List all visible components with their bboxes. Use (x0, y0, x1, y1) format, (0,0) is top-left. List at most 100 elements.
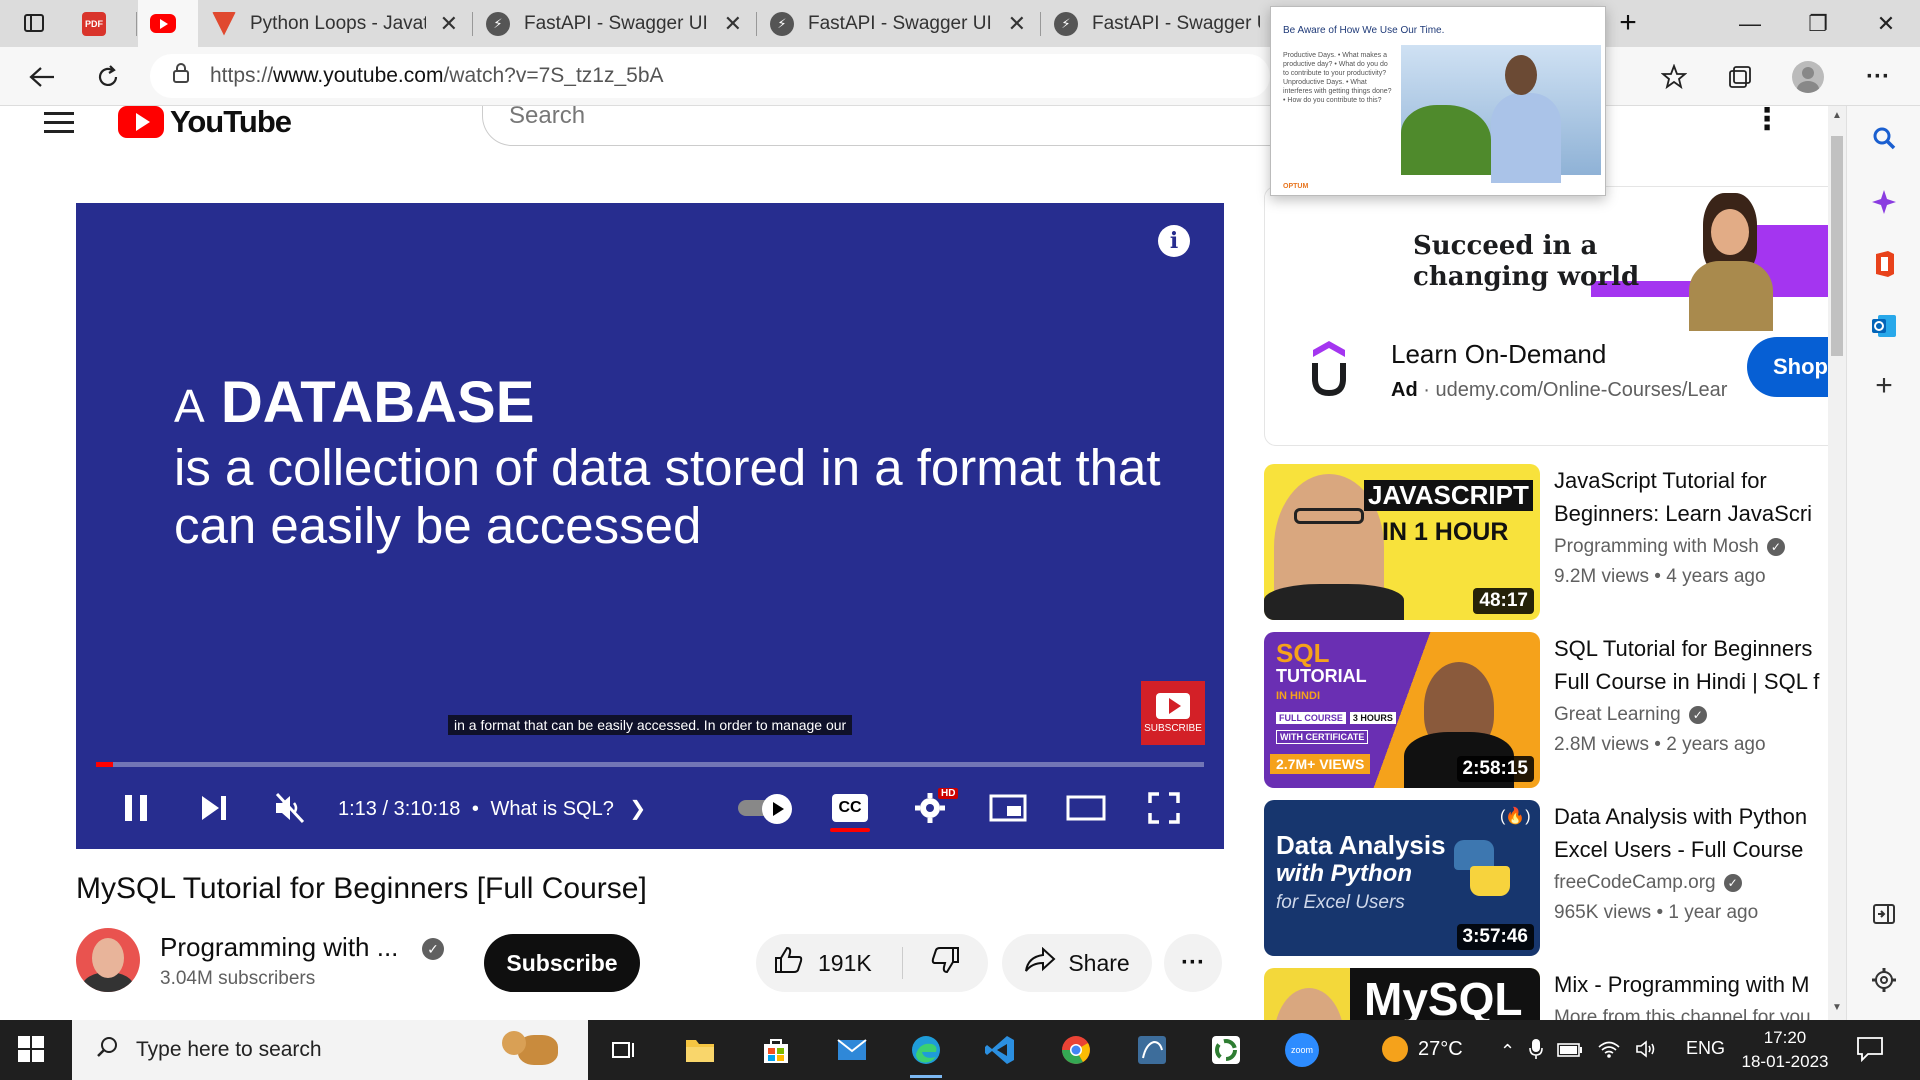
lock-icon[interactable] (172, 62, 190, 90)
channel-name[interactable]: Great Learning ✓ (1554, 704, 1707, 726)
sparkle-icon[interactable] (1866, 184, 1902, 220)
video-thumbnail[interactable]: Data Analysis with Python for Excel User… (1264, 800, 1540, 956)
ad-card[interactable]: Succeed in a changing world Learn On-Dem… (1264, 186, 1830, 446)
muted-volume-icon[interactable] (270, 788, 310, 828)
tab-fastapi-3[interactable]: ⚡ FastAPI - Swagger UI (1042, 0, 1272, 47)
zoom-icon[interactable]: zoom (1282, 1030, 1322, 1070)
video-thumbnail[interactable]: SQL TUTORIAL IN HINDI FULL COURSE 3 HOUR… (1264, 632, 1540, 788)
video-title[interactable]: Mix - Programming with M More from this c… (1554, 968, 1830, 1020)
video-player[interactable]: A DATABASE is a collection of data store… (76, 203, 1224, 849)
restore-icon[interactable]: ❐ (1784, 0, 1852, 47)
close-window-icon[interactable]: ✕ (1852, 0, 1920, 47)
address-bar[interactable]: https://www.youtube.com/watch?v=7S_tz1z_… (150, 54, 1270, 98)
hamburger-menu-icon[interactable] (44, 112, 74, 139)
speaker-icon[interactable] (1635, 1039, 1657, 1064)
fullscreen-icon[interactable] (1144, 788, 1184, 828)
new-tab-button[interactable]: + (1608, 6, 1648, 40)
vscode-icon[interactable] (980, 1030, 1020, 1070)
channel-avatar[interactable] (76, 928, 140, 992)
video-thumbnail[interactable]: JAVASCRIPT IN 1 HOUR 48:17 (1264, 464, 1540, 620)
edge-browser-icon[interactable] (906, 1030, 946, 1078)
tab-fastapi-2[interactable]: ⚡ FastAPI - Swagger UI ✕ (758, 0, 1038, 47)
captions-cc-icon[interactable]: CC (830, 788, 870, 828)
browser-tab-strip: PDF Python Loops - Javatpo ✕ ⚡ FastAPI -… (0, 0, 1920, 47)
recommendation-item[interactable]: Data Analysis with Python for Excel User… (1264, 800, 1830, 956)
outlook-icon[interactable] (1866, 308, 1902, 344)
mail-icon[interactable] (832, 1030, 872, 1070)
video-thumbnail[interactable]: MySQL (1264, 968, 1540, 1020)
add-icon[interactable]: + (1866, 368, 1902, 404)
profile-avatar-icon[interactable] (1790, 59, 1826, 95)
back-arrow-icon[interactable] (24, 59, 60, 95)
recommendation-item[interactable]: SQL TUTORIAL IN HINDI FULL COURSE 3 HOUR… (1264, 632, 1830, 788)
collections-icon[interactable] (1722, 59, 1758, 95)
channel-name[interactable]: Programming with Mosh ✓ (1554, 536, 1785, 558)
subscribe-watermark[interactable]: SUBSCRIBE (1141, 681, 1205, 745)
battery-icon[interactable] (1557, 1041, 1583, 1062)
youtube-logo[interactable]: YouTube (118, 106, 292, 140)
ad-banner[interactable]: Succeed in a changing world (1265, 187, 1830, 331)
theater-mode-icon[interactable] (1066, 788, 1106, 828)
pause-icon[interactable] (116, 788, 156, 828)
file-explorer-icon[interactable] (680, 1030, 720, 1070)
chevron-right-icon[interactable]: ❯ (629, 798, 646, 820)
store-icon[interactable] (756, 1030, 796, 1070)
taskbar-search-input[interactable]: Type here to search (72, 1020, 588, 1080)
weather-widget[interactable]: 27°C (1382, 1036, 1463, 1062)
refresh-icon[interactable] (90, 59, 126, 95)
tab-youtube[interactable] (138, 0, 198, 47)
subscribe-button[interactable]: Subscribe (484, 934, 640, 992)
next-icon[interactable] (194, 788, 234, 828)
minimize-icon[interactable]: — (1716, 0, 1784, 47)
gear-icon[interactable] (1866, 962, 1902, 998)
tab-fastapi-1[interactable]: ⚡ FastAPI - Swagger UI ✕ (474, 0, 754, 47)
video-title[interactable]: Data Analysis with Python Excel Users - F… (1554, 800, 1830, 866)
system-tray: ⌃ (1500, 1038, 1657, 1065)
share-button[interactable]: Share (1002, 934, 1152, 992)
more-actions-button[interactable]: ··· (1164, 934, 1222, 992)
video-title[interactable]: JavaScript Tutorial for Beginners: Learn … (1554, 464, 1830, 530)
channel-name[interactable]: freeCodeCamp.org ✓ (1554, 872, 1742, 894)
recommendation-item[interactable]: JAVASCRIPT IN 1 HOUR 48:17 JavaScript Tu… (1264, 464, 1830, 620)
tab-python-loops[interactable]: Python Loops - Javatpo ✕ (200, 0, 470, 47)
task-view-icon[interactable] (604, 1030, 644, 1070)
close-icon[interactable]: ✕ (440, 11, 458, 37)
office-icon[interactable] (1866, 246, 1902, 282)
wifi-icon[interactable] (1597, 1039, 1621, 1064)
ad-title[interactable]: Learn On-Demand (1391, 339, 1606, 370)
notification-icon[interactable] (1856, 1036, 1886, 1064)
more-menu-icon[interactable]: ··· (1860, 59, 1896, 95)
play-icon (1156, 692, 1190, 719)
thumbnail-text: IN 1 HOUR (1382, 518, 1509, 546)
mysql-workbench-icon[interactable] (1132, 1030, 1172, 1070)
page-scrollbar[interactable]: ▲ ▼ (1828, 106, 1846, 1020)
channel-name[interactable]: Programming with ... (160, 932, 398, 963)
microphone-icon[interactable] (1529, 1038, 1543, 1065)
dislike-button[interactable] (903, 934, 987, 992)
search-icon[interactable] (1866, 120, 1902, 156)
favorites-star-icon[interactable] (1656, 59, 1692, 95)
chrome-icon[interactable] (1056, 1030, 1096, 1070)
search-placeholder: Search (509, 106, 586, 129)
chapter-title[interactable]: What is SQL? (490, 798, 613, 820)
progress-bar[interactable] (96, 762, 1204, 767)
like-button[interactable]: 191K (756, 934, 902, 992)
tab-actions-icon[interactable] (14, 6, 54, 40)
chevron-up-icon[interactable]: ⌃ (1500, 1041, 1515, 1062)
clock[interactable]: 17:20 18-01-2023 (1740, 1026, 1830, 1074)
tab-pdf[interactable]: PDF (70, 0, 130, 47)
close-icon[interactable]: ✕ (1008, 11, 1026, 37)
miniplayer-icon[interactable] (988, 788, 1028, 828)
close-icon[interactable]: ✕ (724, 11, 742, 37)
sidebar-collapse-icon[interactable] (1866, 896, 1902, 932)
recommendation-item[interactable]: MySQL Mix - Programming with M More from … (1264, 968, 1830, 1020)
settings-kebab-icon[interactable]: ⋮ (1752, 106, 1782, 137)
windows-start-icon[interactable] (18, 1036, 46, 1064)
video-title[interactable]: SQL Tutorial for Beginners Full Course in… (1554, 632, 1830, 698)
app-ring-icon[interactable] (1206, 1030, 1246, 1070)
language-indicator[interactable]: ENG (1686, 1038, 1725, 1059)
search-input[interactable]: Search (482, 106, 1282, 146)
info-icon[interactable]: i (1158, 225, 1190, 257)
autoplay-toggle[interactable] (738, 794, 794, 824)
shop-button[interactable]: Shop (1747, 337, 1830, 397)
